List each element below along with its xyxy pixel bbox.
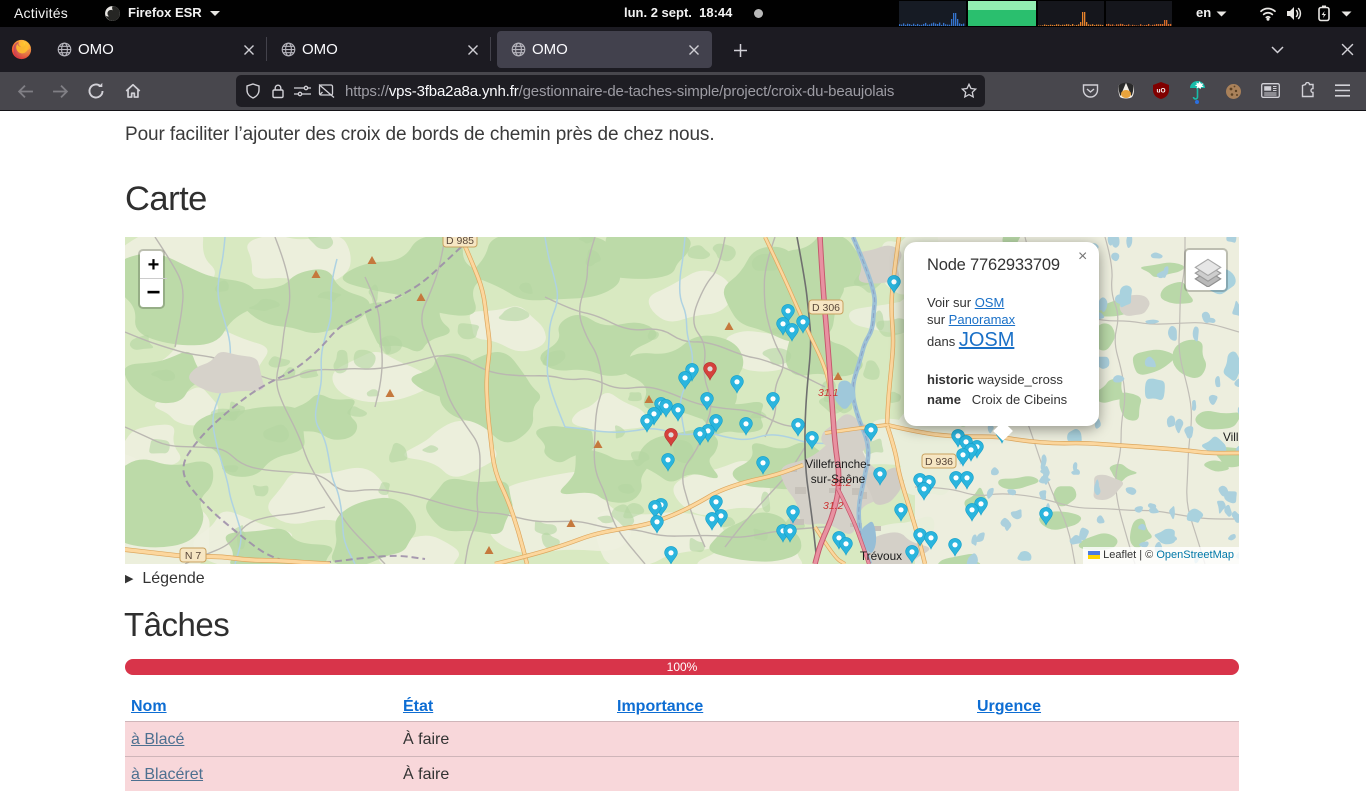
svg-text:Villa: Villa: [1223, 430, 1239, 444]
svg-text:D 936: D 936: [925, 456, 953, 468]
svg-text:Villefranche-: Villefranche-: [805, 457, 870, 471]
svg-text:sur-Saône: sur-Saône: [811, 472, 866, 486]
svg-text:uO: uO: [1156, 88, 1165, 95]
svg-text:N 7: N 7: [185, 550, 202, 562]
svg-text:Trévoux: Trévoux: [860, 549, 902, 563]
svg-text:31.2: 31.2: [823, 500, 844, 512]
svg-text:D 985: D 985: [446, 237, 474, 247]
svg-text:31.1: 31.1: [818, 387, 838, 399]
svg-text:D 306: D 306: [812, 302, 840, 314]
